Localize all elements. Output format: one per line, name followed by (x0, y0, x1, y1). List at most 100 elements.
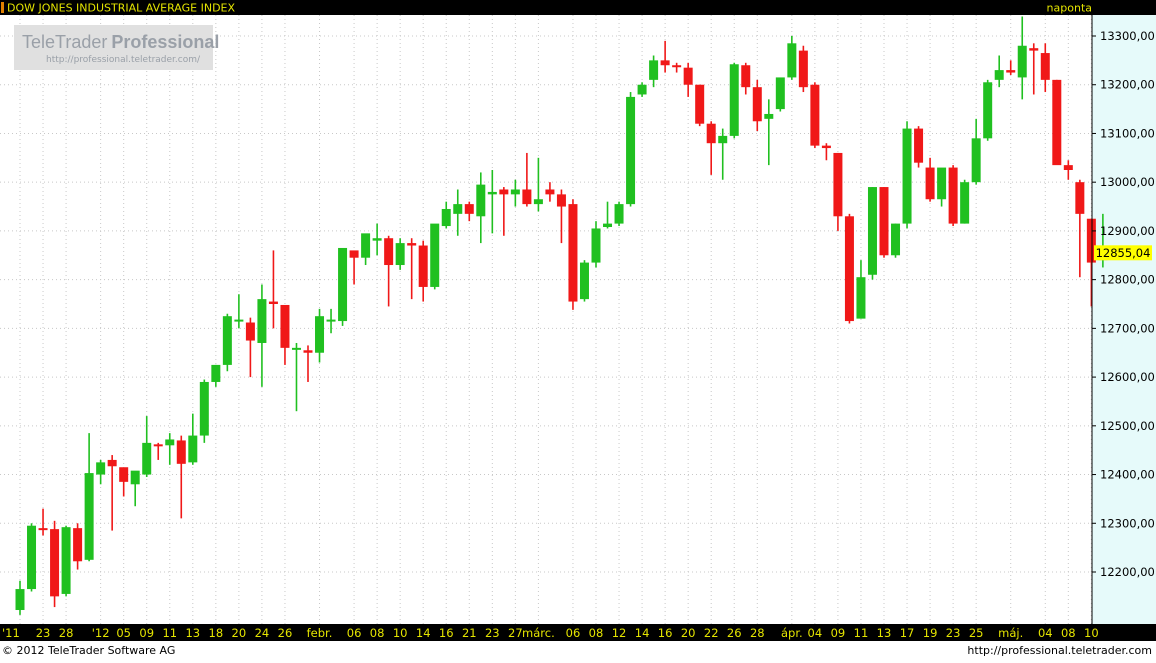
candle-body (856, 277, 866, 319)
candle-body (130, 470, 140, 485)
candle (844, 213, 854, 324)
candle-body (268, 301, 278, 304)
chart-container: DOW JONES INDUSTRIAL AVERAGE INDEX napon… (0, 0, 1156, 659)
candle-body (522, 189, 532, 205)
candle-body (476, 184, 486, 217)
candle-body (775, 77, 785, 110)
candle-body (833, 152, 843, 217)
x-tick-label: 10 (393, 626, 408, 640)
candle (27, 523, 37, 592)
candle-body (1075, 182, 1085, 214)
candle-body (729, 64, 739, 136)
x-tick-label: 08 (1061, 626, 1076, 640)
x-tick-label: 09 (139, 626, 154, 640)
candle-body (303, 350, 313, 353)
candle (798, 45, 808, 93)
candle-body (73, 528, 83, 562)
candle-body (188, 435, 198, 463)
candle-body (15, 589, 25, 611)
plot-area (0, 15, 1092, 624)
x-tick-label: febr. (307, 626, 333, 640)
candle-body (257, 299, 267, 343)
candle-body (971, 138, 981, 183)
candle-body (752, 87, 762, 122)
y-tick-label: 13000,00 (1100, 175, 1155, 189)
candle-body (464, 204, 474, 214)
candle-body (315, 316, 325, 353)
candle-body (96, 462, 106, 475)
candle-body (1029, 48, 1039, 51)
candle-body (338, 247, 348, 322)
y-tick-label: 12900,00 (1100, 224, 1155, 238)
watermark-brand-bold: Professional (111, 32, 219, 52)
candle (695, 84, 705, 127)
candle-body (603, 223, 613, 228)
candle-body (937, 167, 947, 200)
y-tick-label: 12500,00 (1100, 419, 1155, 433)
candle-body (430, 223, 440, 287)
x-tick-label: 11 (162, 626, 177, 640)
x-tick-label: 21 (462, 626, 477, 640)
candle-body (487, 191, 497, 195)
right-axis-panel (1092, 15, 1156, 624)
candle (891, 223, 901, 258)
candle (568, 199, 578, 310)
candle (626, 92, 636, 207)
candle-body (1040, 53, 1050, 80)
y-tick-label: 12800,00 (1100, 273, 1155, 287)
period-label: naponta (1047, 2, 1092, 15)
x-tick-label: 28 (59, 626, 74, 640)
candle-body (637, 84, 647, 95)
x-tick-label: 23 (485, 626, 500, 640)
x-tick-label: 20 (681, 626, 696, 640)
y-tick-label: 12300,00 (1100, 516, 1155, 530)
candle-body (844, 216, 854, 322)
footer-copyright: © 2012 TeleTrader Software AG (2, 644, 175, 657)
x-tick-label: 11 (854, 626, 869, 640)
candle-body (914, 128, 924, 163)
x-tick-label: 26 (727, 626, 742, 640)
candlestick-chart: DOW JONES INDUSTRIAL AVERAGE INDEX napon… (0, 0, 1156, 659)
x-tick-label: 04 (1038, 626, 1053, 640)
candle-body (1052, 79, 1062, 166)
candle-body (718, 135, 728, 144)
candle-body (948, 167, 958, 224)
last-price-marker: 12855,04 (1094, 245, 1152, 261)
candle-body (61, 527, 71, 594)
candle-body (176, 440, 186, 464)
x-tick-label: 05 (116, 626, 131, 640)
candle-body (960, 182, 970, 224)
candle-body (199, 381, 209, 436)
candle-body (499, 189, 509, 195)
candle-body (107, 459, 117, 467)
candle (810, 82, 820, 149)
y-tick-label: 13200,00 (1100, 78, 1155, 92)
candle (902, 121, 912, 229)
candle-body (798, 50, 808, 88)
candle-body (925, 167, 935, 200)
candle-body (741, 65, 751, 88)
candle-body (683, 67, 693, 85)
x-tick-label: 27 (508, 626, 523, 640)
y-tick-label: 12600,00 (1100, 370, 1155, 384)
candle-body (349, 250, 359, 258)
candle-body (326, 319, 336, 322)
candle-body (84, 473, 94, 560)
x-tick-label: márc. (522, 626, 555, 640)
candle (1052, 79, 1062, 166)
candle-body (867, 187, 877, 275)
candle-body (568, 204, 578, 302)
candle-body (1006, 70, 1016, 73)
candle-body (891, 223, 901, 256)
x-tick-label: 14 (416, 626, 431, 640)
candle-body (372, 238, 382, 241)
y-tick-label: 12400,00 (1100, 468, 1155, 482)
candle-body (280, 304, 290, 348)
candle-body (1017, 45, 1027, 78)
y-tick-label: 13300,00 (1100, 29, 1155, 43)
candle-body (695, 84, 705, 124)
candle-body (291, 347, 301, 350)
footer-url: http://professional.teletrader.com (967, 644, 1152, 657)
x-tick-label: 19 (923, 626, 938, 640)
x-tick-label: 28 (750, 626, 765, 640)
